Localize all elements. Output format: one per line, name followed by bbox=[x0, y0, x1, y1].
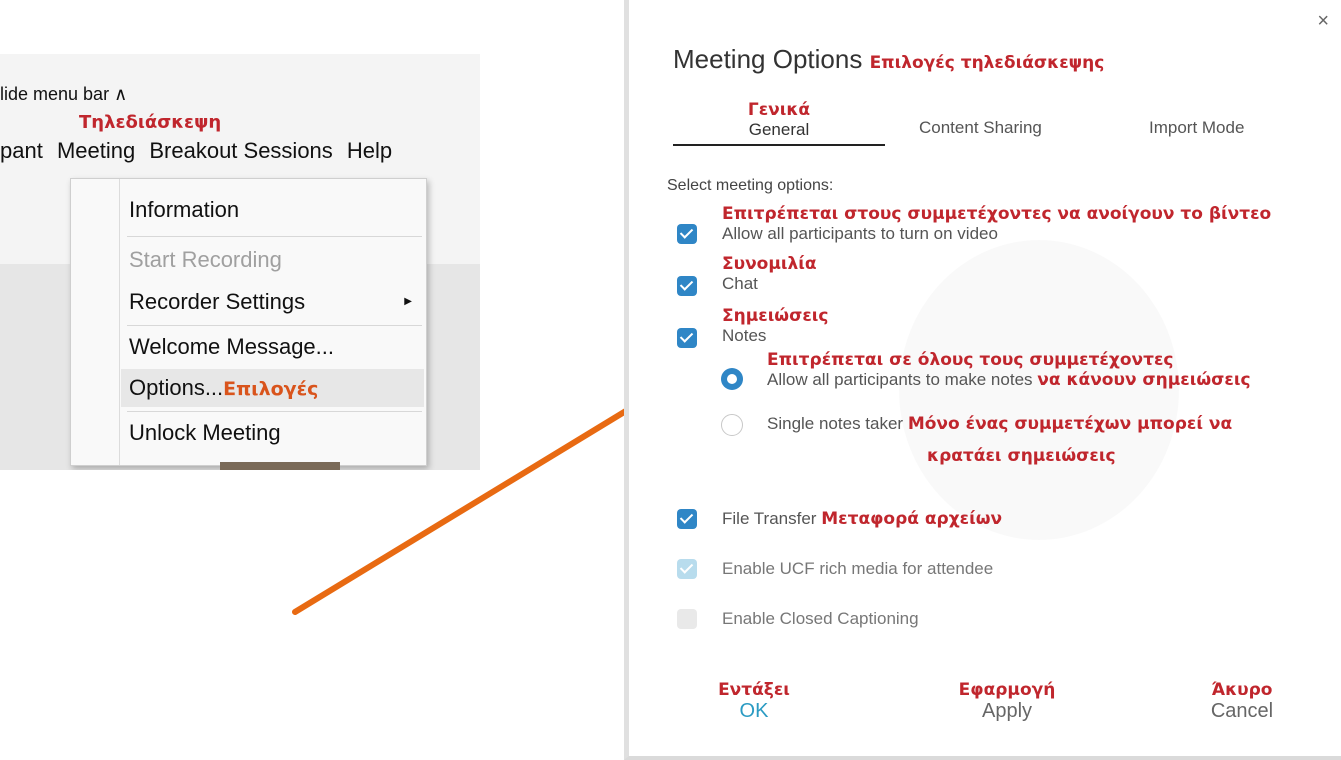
menu-participant[interactable]: pant bbox=[0, 138, 43, 163]
menu-help[interactable]: Help bbox=[347, 138, 392, 163]
menu-item-recorder-settings[interactable]: Recorder Settings bbox=[129, 289, 305, 315]
apply-label: Apply bbox=[981, 700, 1033, 722]
menu-item-unlock-meeting[interactable]: Unlock Meeting bbox=[129, 420, 281, 446]
single-notes-translation-1: Μόνο ένας συμμετέχων μπορεί να bbox=[907, 414, 1233, 434]
option-chat-label: Chat bbox=[722, 274, 758, 293]
single-notes-radio[interactable] bbox=[721, 414, 743, 436]
meeting-menu-translation: Τηλεδιάσκεψη bbox=[79, 112, 222, 133]
file-transfer-label: File Transfer bbox=[722, 509, 817, 528]
meeting-dropdown: Information Start Recording Recorder Set… bbox=[70, 178, 427, 466]
apply-button[interactable]: Εφαρμογή Apply bbox=[947, 680, 1067, 723]
video-thumbnail-edge bbox=[220, 462, 340, 470]
tab-general-label: General bbox=[748, 120, 810, 139]
option-video-label: Allow all participants to turn on video bbox=[722, 224, 998, 243]
file-transfer-translation: Μεταφορά αρχείων bbox=[821, 509, 1003, 529]
all-notes-label-row: Allow all participants to make notes να … bbox=[767, 370, 1251, 390]
single-notes-label: Single notes taker bbox=[767, 414, 904, 433]
single-notes-label-row: Single notes taker Μόνο ένας συμμετέχων … bbox=[767, 414, 1232, 434]
dialog-title-translation: Επιλογές τηλεδιάσκεψης bbox=[869, 53, 1105, 73]
option-notes-label: Notes bbox=[722, 326, 767, 345]
tab-general[interactable]: Γενικά General bbox=[673, 100, 885, 140]
cancel-button[interactable]: Άκυρο Cancel bbox=[1197, 680, 1287, 723]
tab-general-translation: Γενικά bbox=[747, 100, 811, 120]
tab-import-mode[interactable]: Import Mode bbox=[1149, 118, 1244, 138]
menu-meeting[interactable]: Meeting bbox=[57, 138, 135, 163]
ucf-checkbox bbox=[677, 559, 697, 579]
ok-translation: Εντάξει bbox=[718, 680, 790, 700]
ok-button[interactable]: Εντάξει OK bbox=[711, 680, 797, 723]
hide-menu-bar-toggle[interactable]: lide menu bar ∧ bbox=[0, 84, 127, 105]
background-watermark bbox=[899, 240, 1179, 540]
menu-bar: pant Meeting Breakout Sessions Help bbox=[0, 138, 400, 164]
chat-checkbox[interactable] bbox=[677, 276, 697, 296]
option-captioning-label: Enable Closed Captioning bbox=[722, 609, 919, 628]
dialog-title: Meeting Options Επιλογές τηλεδιάσκεψης bbox=[673, 44, 1104, 75]
all-notes-radio[interactable] bbox=[721, 368, 743, 390]
cancel-translation: Άκυρο bbox=[1211, 680, 1273, 700]
menu-separator bbox=[127, 325, 422, 326]
all-notes-translation-1: Επιτρέπεται σε όλους τους συμμετέχοντες bbox=[767, 350, 1174, 370]
menu-separator bbox=[127, 236, 422, 237]
options-label: Options... bbox=[129, 375, 224, 400]
option-file-transfer-row: File Transfer Μεταφορά αρχείων bbox=[722, 509, 1002, 529]
option-chat-translation: Συνομιλία bbox=[722, 254, 817, 274]
menu-item-information[interactable]: Information bbox=[129, 197, 239, 223]
menu-item-start-recording: Start Recording bbox=[129, 247, 282, 272]
dialog-title-text: Meeting Options bbox=[673, 44, 863, 74]
captioning-checkbox bbox=[677, 609, 697, 629]
menu-separator bbox=[127, 411, 422, 412]
tab-content-sharing[interactable]: Content Sharing bbox=[919, 118, 1042, 138]
video-checkbox[interactable] bbox=[677, 224, 697, 244]
notes-checkbox[interactable] bbox=[677, 328, 697, 348]
option-ucf-label: Enable UCF rich media for attendee bbox=[722, 559, 994, 578]
select-options-label: Select meeting options: bbox=[667, 177, 834, 194]
active-tab-indicator bbox=[673, 144, 885, 146]
option-notes-translation: Σημειώσεις bbox=[722, 306, 829, 326]
menu-breakout-sessions[interactable]: Breakout Sessions bbox=[149, 138, 332, 163]
meeting-options-dialog: × Meeting Options Επιλογές τηλεδιάσκεψης… bbox=[624, 0, 1341, 760]
close-icon[interactable]: × bbox=[1317, 10, 1329, 33]
cancel-label: Cancel bbox=[1210, 700, 1274, 722]
single-notes-translation-2: κρατάει σημειώσεις bbox=[927, 446, 1116, 466]
option-video-translation: Επιτρέπεται στους συμμετέχοντες να ανοίγ… bbox=[722, 204, 1272, 224]
menu-item-welcome-message[interactable]: Welcome Message... bbox=[129, 334, 334, 360]
all-notes-label: Allow all participants to make notes bbox=[767, 370, 1033, 389]
submenu-arrow-icon: ▶ bbox=[404, 296, 412, 307]
meeting-menu-screenshot: lide menu bar ∧ Τηλεδιάσκεψη pant Meetin… bbox=[0, 54, 480, 470]
dropdown-gutter bbox=[119, 179, 120, 465]
ok-label: OK bbox=[739, 700, 769, 722]
file-transfer-checkbox[interactable] bbox=[677, 509, 697, 529]
all-notes-translation-2: να κάνουν σημειώσεις bbox=[1037, 370, 1251, 390]
menu-item-options[interactable]: Options...Επιλογές bbox=[129, 375, 318, 401]
apply-translation: Εφαρμογή bbox=[958, 680, 1056, 700]
options-translation: Επιλογές bbox=[223, 378, 319, 400]
